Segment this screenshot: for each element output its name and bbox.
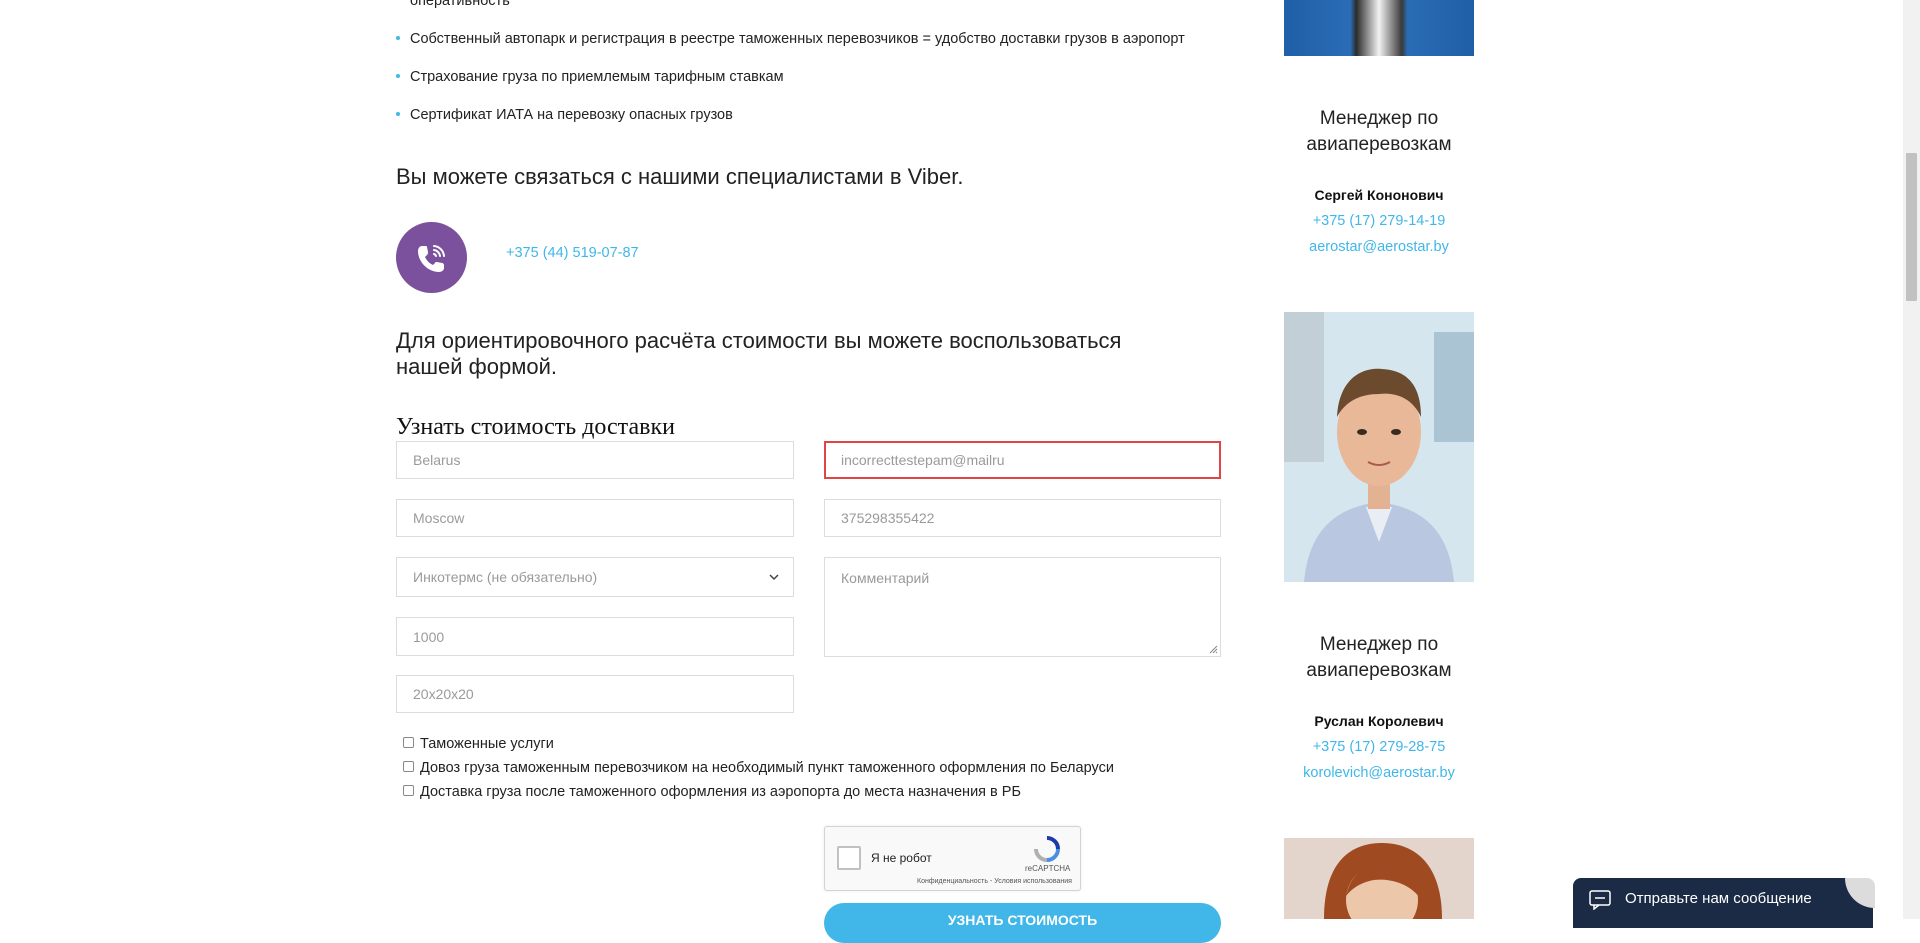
viber-phone-icon[interactable] [396, 222, 467, 293]
delivery-checkbox[interactable] [403, 785, 414, 796]
from-city-placeholder: Moscow [413, 510, 465, 526]
checkbox-row[interactable]: Довоз груза таможенным перевозчиком на н… [403, 760, 1114, 784]
recaptcha-widget: Я не робот reCAPTCHA Конфиденциальность … [824, 826, 1081, 891]
advantages-list: оперативность Собственный автопарк и рег… [396, 0, 1246, 144]
recaptcha-terms[interactable]: Конфиденциальность - Условия использован… [917, 878, 1072, 885]
transit-checkbox[interactable] [403, 761, 414, 772]
manager-name: Сергей Кононович [1314, 187, 1444, 203]
submit-button[interactable]: УЗНАТЬ СТОИМОСТЬ [824, 903, 1221, 943]
manager-photo [1284, 838, 1474, 919]
list-item: Сертификат ИАТА на перевозку опасных гру… [396, 106, 1246, 144]
dimensions-input[interactable]: 20x20x20 [396, 675, 794, 713]
manager-photo [1284, 312, 1474, 582]
checkbox-row[interactable]: Таможенные услуги [403, 736, 1114, 760]
weight-placeholder: 1000 [413, 628, 445, 645]
manager-email-link[interactable]: aerostar@aerostar.by [1284, 239, 1474, 255]
manager-title: Менеджер по авиаперевозкам [1306, 108, 1452, 155]
manager-email-link[interactable]: korolevich@aerostar.by [1284, 765, 1474, 781]
checkbox-label: Таможенные услуги [420, 736, 554, 752]
manager-phone-link[interactable]: +375 (17) 279-28-75 [1284, 739, 1474, 755]
manager-photo [1284, 0, 1474, 56]
resize-handle-icon[interactable] [1209, 645, 1218, 654]
customs-checkbox[interactable] [403, 737, 414, 748]
services-checkboxes: Таможенные услуги Довоз груза таможенным… [403, 736, 1114, 808]
checkbox-row[interactable]: Доставка груза после таможенного оформле… [403, 784, 1114, 808]
form-title: Узнать стоимость доставки [396, 414, 675, 440]
calc-heading: Для ориентировочного расчёта стоимости в… [396, 328, 1122, 379]
from-country-input[interactable]: Belarus [396, 441, 794, 479]
from-country-placeholder: Belarus [413, 452, 461, 468]
email-field[interactable]: incorrecttestepam@mailru [824, 441, 1221, 479]
manager-name: Руслан Королевич [1314, 713, 1444, 729]
manager-portrait-icon [1284, 312, 1474, 582]
viber-phone-link[interactable]: +375 (44) 519-07-87 [506, 245, 639, 261]
manager-title: Менеджер по авиаперевозкам [1306, 634, 1452, 681]
weight-input[interactable]: 1000 [396, 617, 794, 656]
phone-placeholder: 375298355422 [841, 510, 935, 526]
chevron-down-icon [769, 574, 779, 581]
viber-heading: Вы можете связаться с нашими специалиста… [396, 164, 964, 189]
list-item: оперативность [410, 0, 510, 9]
chat-label: Отправьте нам сообщение [1625, 890, 1812, 907]
recaptcha-brand: reCAPTCHA [1025, 864, 1071, 873]
incoterms-selected: Инкотермс (не обязательно) [413, 569, 598, 585]
manager-portrait-icon [1284, 838, 1474, 919]
email-value: incorrecttestepam@mailru [841, 452, 1005, 468]
list-item: Собственный автопарк и регистрация в рее… [396, 30, 1246, 68]
checkbox-label: Довоз груза таможенным перевозчиком на н… [420, 760, 1114, 776]
incoterms-select[interactable]: Инкотермс (не обязательно) [396, 557, 794, 597]
phone-input[interactable]: 375298355422 [824, 499, 1221, 537]
comment-textarea[interactable]: Комментарий [824, 557, 1221, 657]
scrollbar-thumb[interactable] [1906, 153, 1917, 301]
list-item: Страхование груза по приемлемым тарифным… [396, 68, 1246, 106]
dimensions-placeholder: 20x20x20 [413, 686, 474, 702]
recaptcha-label: Я не робот [871, 851, 932, 865]
from-city-input[interactable]: Moscow [396, 499, 794, 537]
chat-widget[interactable]: Отправьте нам сообщение [1573, 878, 1873, 928]
manager-phone-link[interactable]: +375 (17) 279-14-19 [1284, 213, 1474, 229]
message-icon [1589, 890, 1611, 910]
page-scrollbar[interactable] [1903, 0, 1920, 919]
comment-placeholder: Комментарий [841, 570, 930, 586]
checkbox-label: Доставка груза после таможенного оформле… [420, 784, 1021, 800]
recaptcha-logo-icon [1034, 836, 1060, 862]
recaptcha-checkbox[interactable] [837, 846, 861, 870]
